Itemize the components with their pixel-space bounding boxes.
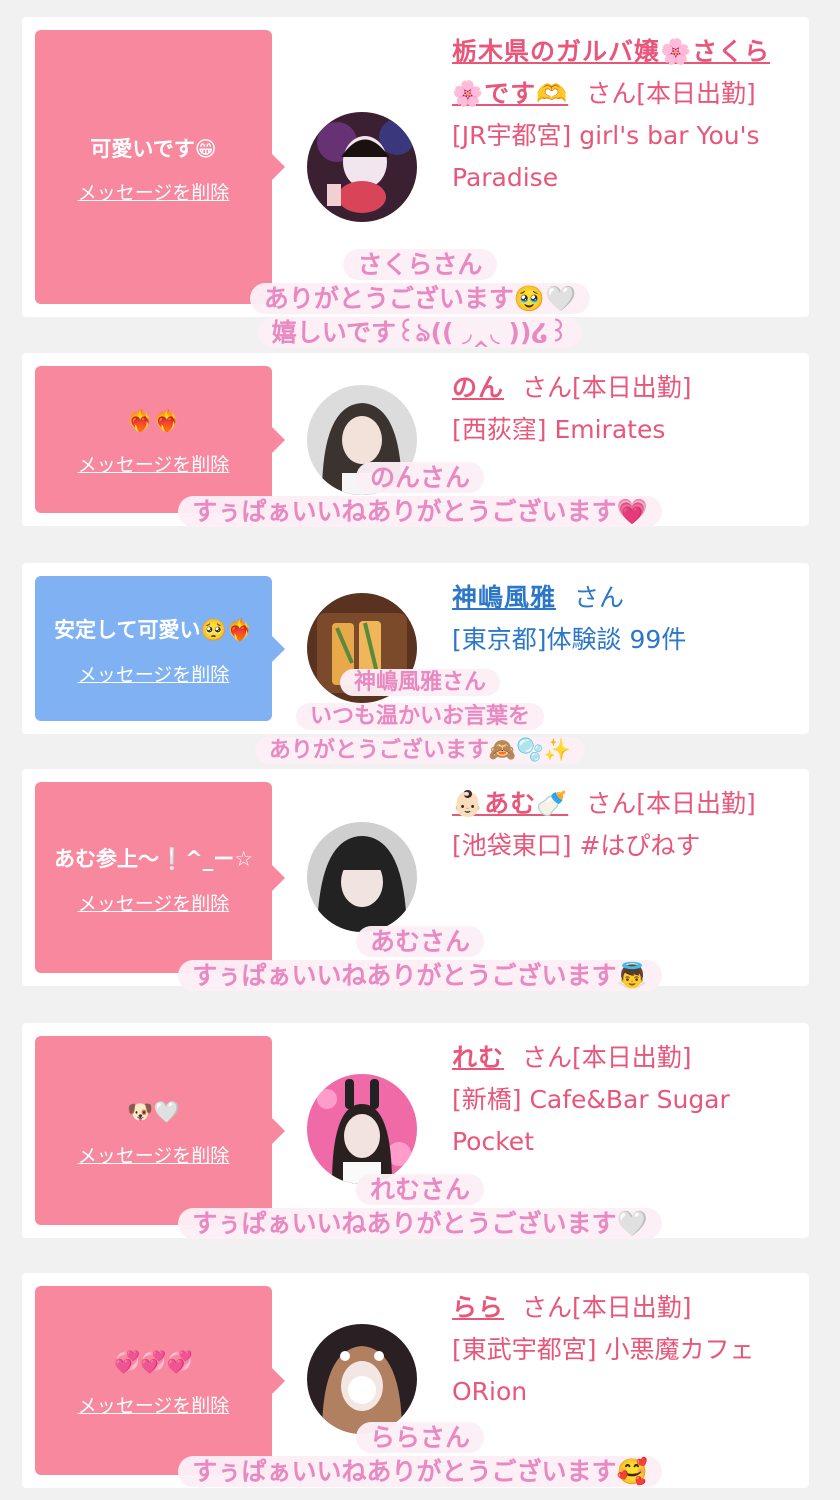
user-info: 栃木県のガルバ嬢🌸さくら🌸です🫶 さん[本日出勤] [JR宇都宮] girl's … xyxy=(452,31,792,199)
overlay-caption: ららさん すぅぱぁいいねありがとうございます🥰 xyxy=(0,1421,840,1489)
delete-message-link[interactable]: メッセージを削除 xyxy=(78,178,230,205)
user-name-link[interactable]: れむ xyxy=(452,1043,504,1072)
user-status: さん[本日出勤] xyxy=(586,79,756,108)
delete-message-link[interactable]: メッセージを削除 xyxy=(78,889,230,916)
user-info: れむ さん[本日出勤] [新橋] Cafe&Bar Sugar Pocket xyxy=(452,1037,792,1163)
overlay-line: いつも温かいお言葉を xyxy=(295,703,544,730)
message-text: ❤️‍🔥❤️‍🔥 xyxy=(127,409,180,433)
message-text: あむ参上〜❕^_ー☆ xyxy=(53,847,254,871)
avatar-photo xyxy=(307,112,417,222)
user-info: のん さん[本日出勤] [西荻窪] Emirates xyxy=(452,367,792,451)
overlay-line: 嬉しいです꒰ঌ(( ◞‸◟ ))໒꒱ xyxy=(257,317,583,348)
overlay-line: ありがとうございます🙈🫧✨ xyxy=(254,737,586,764)
user-info: らら さん[本日出勤] [東武宇都宮] 小悪魔カフェORion xyxy=(452,1287,792,1413)
overlay-line: れむさん xyxy=(355,1174,484,1205)
overlay-line: のんさん xyxy=(355,462,484,493)
shop-info: [東武宇都宮] 小悪魔カフェORion xyxy=(452,1335,755,1406)
message-text: 可愛いです😁 xyxy=(90,136,217,161)
overlay-caption: のんさん すぅぱぁいいねありがとうございます💗 xyxy=(0,461,840,529)
user-name-link[interactable]: のん xyxy=(452,373,504,402)
avatar-photo xyxy=(307,822,417,932)
overlay-line: ららさん xyxy=(355,1422,484,1453)
overlay-line: あむさん xyxy=(355,926,484,957)
user-status: さん[本日出勤] xyxy=(522,1293,692,1322)
shop-info: [池袋東口] #はぴねす xyxy=(452,831,701,860)
user-status: さん xyxy=(574,583,625,612)
overlay-line: すぅぱぁいいねありがとうございます💗 xyxy=(178,496,662,527)
overlay-caption: 神嶋風雅さん いつも温かいお言葉を ありがとうございます🙈🫧✨ xyxy=(0,666,840,768)
user-status: さん[本日出勤] xyxy=(522,1043,692,1072)
message-text: 🐶🤍 xyxy=(127,1100,180,1124)
message-text: 💞💞💞 xyxy=(114,1350,193,1374)
delete-message-link[interactable]: メッセージを削除 xyxy=(78,1141,230,1168)
avatar[interactable] xyxy=(307,112,417,222)
overlay-line: すぅぱぁいいねありがとうございます🤍 xyxy=(178,1208,662,1239)
delete-message-link[interactable]: メッセージを削除 xyxy=(78,1391,230,1418)
avatar[interactable] xyxy=(307,1074,417,1184)
user-status: さん[本日出勤] xyxy=(522,373,692,402)
overlay-line: ありがとうございます🥹🤍 xyxy=(249,283,591,314)
overlay-caption: さくらさん ありがとうございます🥹🤍 嬉しいです꒰ঌ(( ◞‸◟ ))໒꒱ xyxy=(0,248,840,350)
user-status: さん[本日出勤] xyxy=(586,789,756,818)
overlay-line: すぅぱぁいいねありがとうございます👼 xyxy=(178,960,662,991)
review-info: [東京都]体験談 99件 xyxy=(452,625,687,654)
user-name-link[interactable]: らら xyxy=(452,1293,504,1322)
avatar-photo xyxy=(307,1324,417,1434)
overlay-caption: あむさん すぅぱぁいいねありがとうございます👼 xyxy=(0,925,840,993)
avatar[interactable] xyxy=(307,1324,417,1434)
user-info: 👶🏻あむ🍼 さん[本日出勤] [池袋東口] #はぴねす xyxy=(452,783,792,867)
overlay-caption: れむさん すぅぱぁいいねありがとうございます🤍 xyxy=(0,1173,840,1241)
avatar[interactable] xyxy=(307,822,417,932)
user-info: 神嶋風雅 さん [東京都]体験談 99件 xyxy=(452,577,792,661)
overlay-line: 神嶋風雅さん xyxy=(339,669,500,696)
overlay-line: すぅぱぁいいねありがとうございます🥰 xyxy=(178,1456,662,1487)
user-name-link[interactable]: 👶🏻あむ🍼 xyxy=(452,789,568,818)
user-name-link[interactable]: 神嶋風雅 xyxy=(452,583,556,612)
shop-info: [新橋] Cafe&Bar Sugar Pocket xyxy=(452,1085,730,1156)
avatar-photo xyxy=(307,1074,417,1184)
shop-info: [JR宇都宮] girl's bar You's Paradise xyxy=(452,121,760,192)
shop-info: [西荻窪] Emirates xyxy=(452,415,666,444)
overlay-line: さくらさん xyxy=(343,249,497,280)
message-text: 安定して可愛い🥺❤️‍🔥 xyxy=(54,618,253,642)
